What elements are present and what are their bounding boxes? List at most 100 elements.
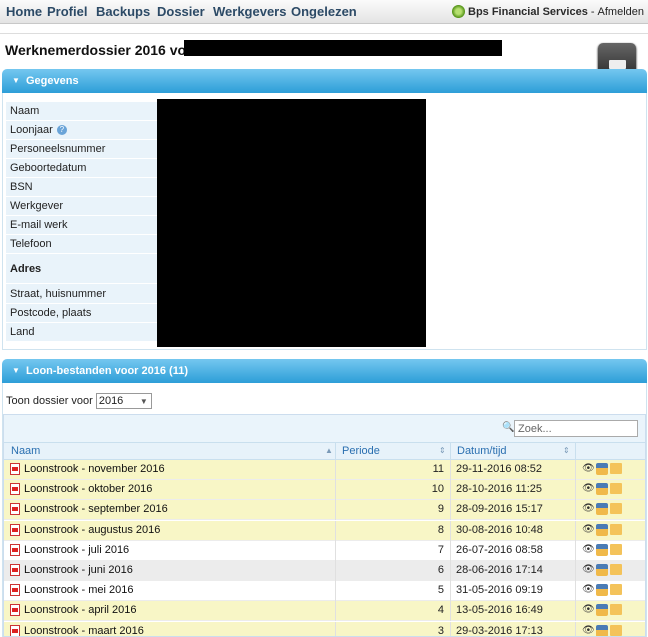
row-actions: 👁 [582, 503, 622, 516]
table-row[interactable]: Loonstrook - maart 2016 3 29-03-2016 17:13… [4, 621, 645, 637]
file-name-cell[interactable]: Loonstrook - mei 2016 [10, 584, 133, 597]
print-icon[interactable] [596, 483, 608, 496]
print-icon[interactable] [596, 503, 608, 516]
year-select[interactable]: 2016 ▼ [95, 393, 152, 409]
table-row[interactable]: Loonstrook - september 2016 9 28-09-2016 1… [4, 500, 645, 521]
download-folder-icon[interactable] [610, 483, 622, 495]
col-divider [450, 443, 451, 461]
view-eye-icon[interactable]: 👁 [582, 584, 595, 596]
print-icon[interactable] [596, 604, 608, 617]
file-name-cell[interactable]: Loonstrook - september 2016 [10, 503, 168, 516]
sort-asc-icon[interactable]: ▲ [325, 446, 333, 455]
search-icon: 🔍 [502, 422, 515, 433]
top-nav: Home Profiel Backups Dossier Werkgevers … [0, 0, 648, 24]
pdf-icon [10, 523, 20, 536]
nav-home[interactable]: Home [6, 4, 42, 19]
field-telefoon: Telefoon [6, 235, 158, 254]
file-name[interactable]: Loonstrook - juni 2016 [24, 564, 133, 576]
help-icon[interactable]: ? [56, 125, 67, 135]
download-folder-icon[interactable] [610, 584, 622, 596]
view-eye-icon[interactable]: 👁 [582, 463, 595, 475]
print-icon[interactable] [596, 564, 608, 576]
view-eye-icon[interactable]: 👁 [582, 604, 595, 616]
download-folder-icon[interactable] [610, 624, 622, 636]
search-input[interactable]: Zoek... [514, 420, 638, 437]
col-divider [575, 443, 576, 461]
cell-divider [450, 561, 451, 581]
view-eye-icon[interactable]: 👁 [582, 564, 595, 576]
file-name-cell[interactable]: Loonstrook - maart 2016 [10, 624, 144, 636]
logout-link[interactable]: Afmelden [598, 6, 644, 18]
periode-cell: 6 [437, 564, 444, 576]
view-eye-icon[interactable]: 👁 [582, 544, 595, 556]
download-folder-icon[interactable] [610, 604, 622, 616]
file-name[interactable]: Loonstrook - juli 2016 [24, 544, 129, 556]
file-name-cell[interactable]: Loonstrook - april 2016 [10, 604, 137, 617]
nav-backups[interactable]: Backups [96, 4, 150, 19]
periode-cell: 11 [432, 463, 444, 475]
field-naam: Naam [6, 102, 158, 121]
sort-icon[interactable]: ⇕ [439, 446, 446, 455]
row-actions: 👁 [582, 463, 622, 475]
loon-header[interactable]: ▼ Loon-bestanden voor 2016 (11) [2, 359, 647, 383]
field-bsn: BSN [6, 178, 158, 197]
cell-divider [450, 460, 451, 480]
download-folder-icon[interactable] [610, 564, 622, 575]
datum-cell: 28-10-2016 11:25 [456, 483, 543, 496]
gegevens-header[interactable]: ▼ Gegevens [2, 69, 647, 93]
view-eye-icon[interactable]: 👁 [582, 503, 595, 515]
nav-profiel[interactable]: Profiel [47, 4, 87, 19]
print-icon[interactable] [596, 584, 608, 597]
table-row[interactable]: Loonstrook - augustus 2016 8 30-08-2016 10… [4, 520, 645, 541]
file-name[interactable]: Loonstrook - april 2016 [24, 604, 137, 616]
table-row[interactable]: Loonstrook - juni 2016 6 28-06-2016 17:14 👁 [4, 561, 645, 581]
file-name-cell[interactable]: Loonstrook - augustus 2016 [10, 523, 160, 536]
nav-werkgevers[interactable]: Werkgevers [213, 4, 286, 19]
cell-divider [450, 621, 451, 636]
pdf-icon [10, 564, 20, 576]
table-row[interactable]: Loonstrook - juli 2016 7 26-07-2016 08:58 👁 [4, 540, 645, 561]
datum-cell: 28-09-2016 15:17 [456, 503, 543, 516]
file-name[interactable]: Loonstrook - oktober 2016 [24, 483, 152, 495]
download-folder-icon[interactable] [610, 463, 622, 474]
file-name-cell[interactable]: Loonstrook - juli 2016 [10, 543, 129, 556]
cell-divider [575, 581, 576, 602]
download-folder-icon[interactable] [610, 523, 622, 535]
view-eye-icon[interactable]: 👁 [582, 524, 595, 536]
print-icon[interactable] [596, 543, 608, 556]
table-row[interactable]: Loonstrook - november 2016 11 29-11-2016 0… [4, 460, 645, 480]
print-icon[interactable] [596, 624, 608, 636]
nav-dossier[interactable]: Dossier [157, 4, 205, 19]
nav-ongelezen[interactable]: Ongelezen [291, 4, 357, 19]
print-icon[interactable] [596, 523, 608, 536]
col-periode[interactable]: Periode [342, 445, 380, 457]
datum-cell: 31-05-2016 09:19 [456, 584, 543, 597]
file-name-cell[interactable]: Loonstrook - oktober 2016 [10, 483, 152, 496]
download-folder-icon[interactable] [610, 543, 622, 555]
col-datum[interactable]: Datum/tijd [457, 445, 507, 457]
table-row[interactable]: Loonstrook - april 2016 4 13-05-2016 16:49… [4, 601, 645, 622]
col-naam[interactable]: Naam [11, 445, 40, 457]
view-eye-icon[interactable]: 👁 [582, 483, 595, 495]
periode-cell: 10 [431, 483, 444, 496]
download-folder-icon[interactable] [610, 503, 622, 515]
cell-divider [575, 520, 576, 541]
table-row[interactable]: Loonstrook - mei 2016 5 31-05-2016 09:19 👁 [4, 581, 645, 602]
search-placeholder: Zoek... [518, 422, 552, 435]
file-name[interactable]: Loonstrook - november 2016 [24, 463, 165, 475]
field-straat: Straat, huisnummer [6, 284, 158, 304]
file-name-cell[interactable]: Loonstrook - november 2016 [10, 463, 165, 475]
file-name[interactable]: Loonstrook - augustus 2016 [24, 524, 160, 536]
file-name-cell[interactable]: Loonstrook - juni 2016 [10, 564, 133, 576]
sort-icon[interactable]: ⇕ [563, 446, 570, 455]
file-name[interactable]: Loonstrook - september 2016 [24, 503, 168, 515]
file-name[interactable]: Loonstrook - maart 2016 [24, 625, 144, 636]
periode-cell: 3 [437, 624, 444, 637]
view-eye-icon[interactable]: 👁 [582, 625, 595, 636]
file-name[interactable]: Loonstrook - mei 2016 [24, 584, 133, 596]
table-row[interactable]: Loonstrook - oktober 2016 10 28-10-2016 11… [4, 480, 645, 501]
print-icon[interactable] [596, 463, 608, 475]
field-email-werk: E-mail werk [6, 216, 158, 235]
cell-divider [575, 601, 576, 622]
toon-dossier: Toon dossier voor 2016 ▼ [6, 393, 152, 409]
